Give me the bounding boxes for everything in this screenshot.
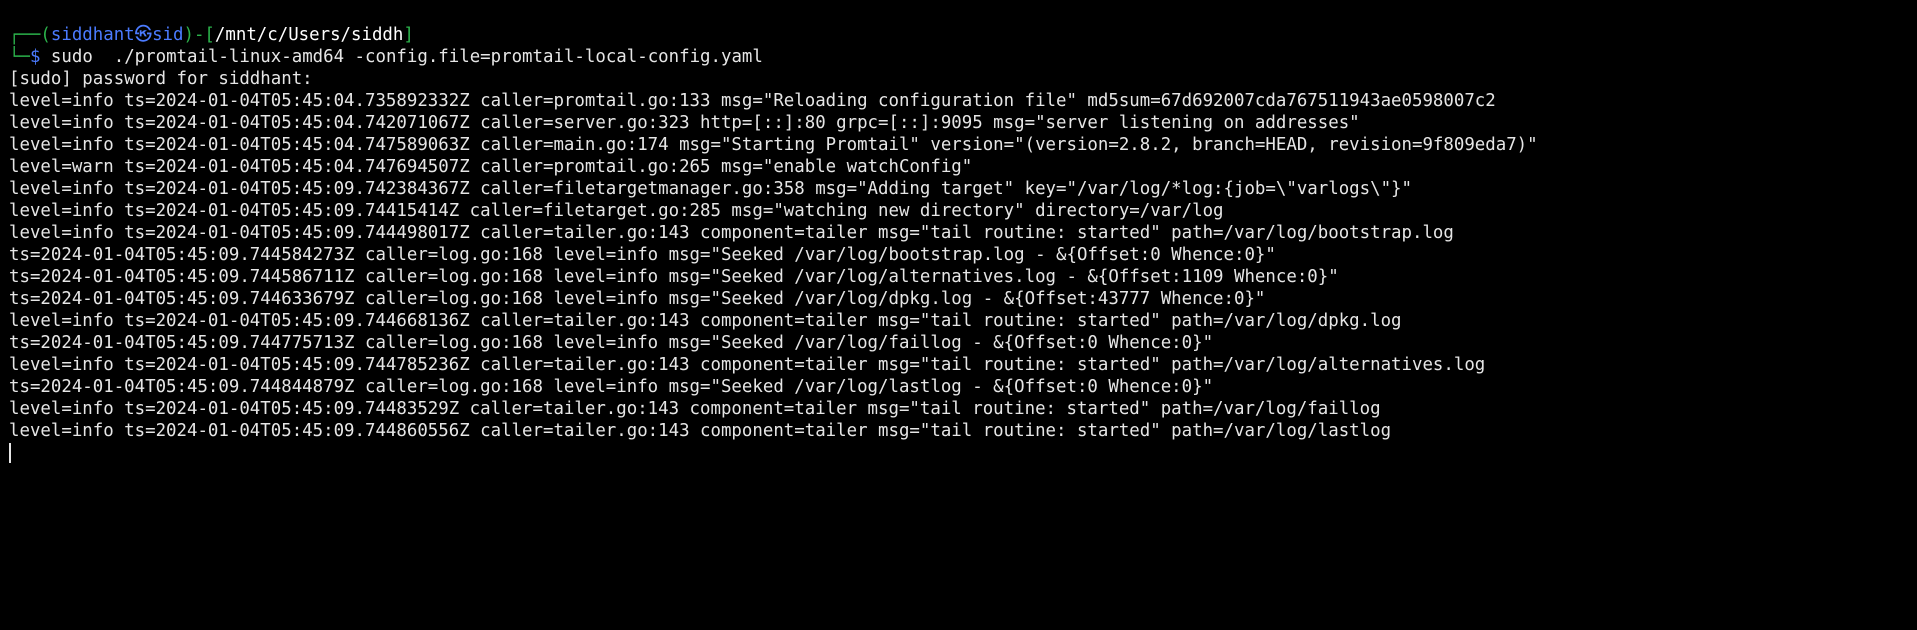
prompt-mid: )-[ xyxy=(183,25,215,45)
prompt-corner-top: ┌──( xyxy=(9,25,51,45)
terminal-window[interactable]: ┌──(siddhant㉿sid)-[/mnt/c/Users/siddh] └… xyxy=(0,0,1917,630)
prompt-close: ] xyxy=(403,25,414,45)
prompt-host: sid xyxy=(152,25,184,45)
output-line: level=info ts=2024-01-04T05:45:09.744860… xyxy=(9,421,1392,441)
prompt-line-1: ┌──(siddhant㉿sid)-[/mnt/c/Users/siddh] xyxy=(9,24,1917,46)
output-line: level=info ts=2024-01-04T05:45:09.744154… xyxy=(9,201,1224,221)
prompt-line-2: └─$ sudo ./promtail-linux-amd64 -config.… xyxy=(9,46,1917,68)
text-cursor xyxy=(9,443,11,463)
command-text: sudo ./promtail-linux-amd64 -config.file… xyxy=(40,47,763,67)
output-line: ts=2024-01-04T05:45:09.744844879Z caller… xyxy=(9,377,1214,397)
output-line: ts=2024-01-04T05:45:09.744586711Z caller… xyxy=(9,267,1339,287)
output-line: ts=2024-01-04T05:45:09.744584273Z caller… xyxy=(9,245,1276,265)
prompt-user: siddhant xyxy=(50,25,135,45)
output-line: level=info ts=2024-01-04T05:45:09.744835… xyxy=(9,399,1381,419)
output-line: level=info ts=2024-01-04T05:45:09.744785… xyxy=(9,355,1486,375)
output-line: level=info ts=2024-01-04T05:45:04.742071… xyxy=(9,113,1360,133)
output-line: ts=2024-01-04T05:45:09.744775713Z caller… xyxy=(9,333,1214,353)
prompt-at-symbol: ㉿ xyxy=(134,25,153,45)
prompt-dollar: $ xyxy=(29,47,41,67)
prompt-path: /mnt/c/Users/siddh xyxy=(214,25,404,45)
input-line[interactable] xyxy=(9,442,1917,464)
output-line: level=info ts=2024-01-04T05:45:09.744498… xyxy=(9,223,1454,243)
output-line: [sudo] password for siddhant: xyxy=(9,69,313,89)
output-line: level=info ts=2024-01-04T05:45:09.742384… xyxy=(9,179,1412,199)
output-line: level=info ts=2024-01-04T05:45:09.744668… xyxy=(9,311,1402,331)
output-line: level=info ts=2024-01-04T05:45:04.735892… xyxy=(9,91,1496,111)
output-line: ts=2024-01-04T05:45:09.744633679Z caller… xyxy=(9,289,1266,309)
output-line: level=info ts=2024-01-04T05:45:04.747589… xyxy=(9,135,1538,155)
output-line: level=warn ts=2024-01-04T05:45:04.747694… xyxy=(9,157,973,177)
prompt-corner-bottom: └─ xyxy=(9,47,30,67)
